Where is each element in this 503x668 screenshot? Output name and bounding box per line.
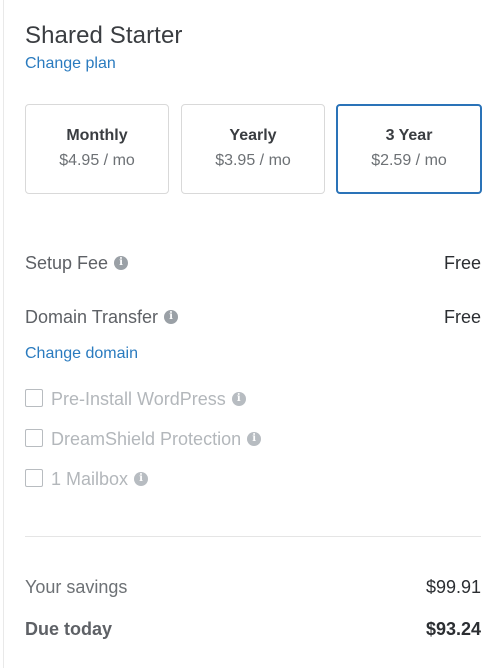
term-option-yearly[interactable]: Yearly $3.95 / mo <box>181 104 325 194</box>
setup-fee-value: Free <box>443 253 481 273</box>
due-today-row: Due today $93.24 <box>25 619 481 640</box>
checkbox[interactable] <box>25 429 43 448</box>
term-price: $2.59 / mo <box>371 152 447 169</box>
due-today-label: Due today <box>25 619 113 639</box>
term-name: 3 Year <box>385 127 433 144</box>
checkbox[interactable] <box>25 389 43 408</box>
savings-row: Your savings $99.91 <box>25 577 481 598</box>
term-price: $3.95 / mo <box>215 152 291 169</box>
setup-fee-label: Setup Fee <box>25 253 109 273</box>
change-plan-link[interactable]: Change plan <box>25 55 116 73</box>
summary-divider <box>25 536 481 537</box>
checkbox[interactable] <box>25 469 43 488</box>
term-option-monthly[interactable]: Monthly $4.95 / mo <box>25 104 169 194</box>
checkout-summary-panel: Shared Starter Change plan Monthly $4.95… <box>0 0 503 668</box>
addon-dreamshield-protection[interactable]: DreamShield Protection i <box>25 429 262 451</box>
info-icon[interactable]: i <box>231 392 246 407</box>
change-domain-link[interactable]: Change domain <box>25 345 138 363</box>
term-name: Monthly <box>66 127 128 144</box>
info-icon[interactable]: i <box>247 432 262 447</box>
plan-title: Shared Starter <box>25 22 183 49</box>
addon-label: 1 Mailbox <box>51 469 129 489</box>
info-icon[interactable]: i <box>164 310 179 325</box>
addon-label: DreamShield Protection <box>51 429 242 449</box>
term-option-3-year[interactable]: 3 Year $2.59 / mo <box>336 104 482 194</box>
term-price: $4.95 / mo <box>59 152 135 169</box>
panel-left-border <box>3 0 4 668</box>
domain-transfer-label: Domain Transfer <box>25 307 159 327</box>
savings-value: $99.91 <box>425 577 481 597</box>
setup-fee-row: Setup Fee i Free <box>25 253 481 274</box>
addon-pre-install-wordpress[interactable]: Pre-Install WordPress i <box>25 389 246 411</box>
addon-1-mailbox[interactable]: 1 Mailbox i <box>25 469 149 491</box>
info-icon[interactable]: i <box>134 472 149 487</box>
addon-label: Pre-Install WordPress <box>51 389 226 409</box>
term-name: Yearly <box>229 127 277 144</box>
savings-label: Your savings <box>25 577 128 597</box>
domain-transfer-value: Free <box>443 307 481 327</box>
due-today-value: $93.24 <box>425 619 481 639</box>
info-icon[interactable]: i <box>114 256 129 271</box>
domain-transfer-row: Domain Transfer i Free <box>25 307 481 328</box>
